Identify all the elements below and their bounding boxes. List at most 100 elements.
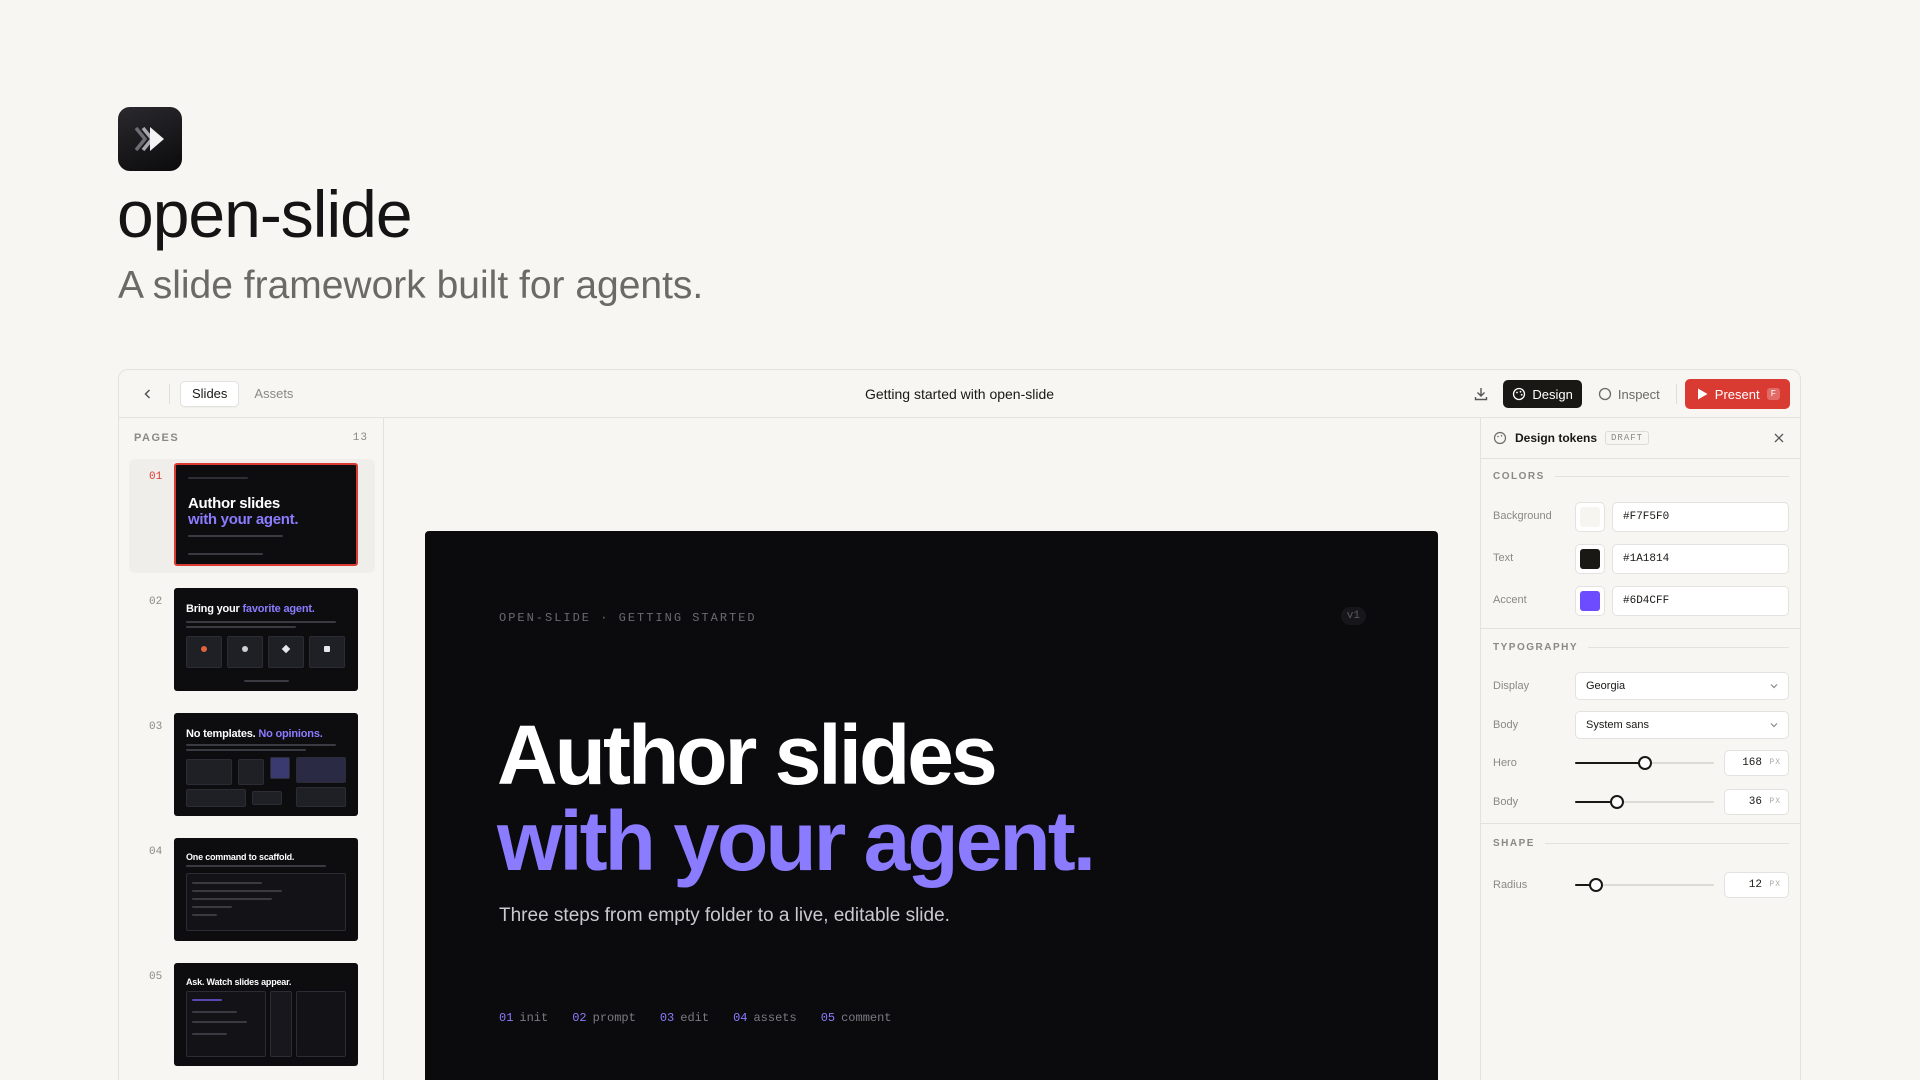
preview-title-text: Author slides [188,495,280,512]
page-thumbnail-03[interactable]: 03 No templates. No opinions. [129,709,375,823]
close-panel-button[interactable] [1770,429,1788,447]
slider-handle[interactable] [1609,795,1624,809]
preview-steps [188,553,263,555]
preview-title-accent: with your agent. [188,511,299,528]
radius-slider[interactable] [1575,877,1714,893]
preview-title: Author slides with your agent. [188,495,299,528]
hero-size-value: 168 [1742,757,1762,769]
toolbar-divider [169,384,170,404]
page-thumbnail-05[interactable]: 05 Ask. Watch slides appear. [129,959,375,1073]
body-font-select[interactable]: System sans [1575,711,1789,739]
preview-title-text: No templates. [186,728,259,740]
preview-card [252,791,282,805]
palette-icon [1513,387,1526,401]
preview-card [186,636,222,668]
preview-title-accent: No opinions. [258,728,323,740]
preview-card [227,636,263,668]
chevron-down-icon [1770,684,1778,689]
preview-panel [270,991,292,1057]
preview-card [296,787,346,807]
inspect-button[interactable]: Inspect [1590,380,1668,408]
slider-handle[interactable] [1588,878,1603,892]
tab-assets[interactable]: Assets [243,381,304,407]
colors-section-title: COLORS [1493,471,1789,482]
page-thumbnail-04[interactable]: 04 One command to scaffold. [129,834,375,948]
design-button[interactable]: Design [1503,380,1582,408]
hero-size-slider[interactable] [1575,755,1714,771]
unit-label: PX [1769,880,1781,889]
body-size-input[interactable]: 36 PX [1724,789,1789,815]
pages-header-label: PAGES [134,432,180,444]
app-logo [118,107,182,171]
slider-handle[interactable] [1637,756,1652,770]
design-tokens-title: Design tokens [1515,431,1598,445]
preview-card [238,759,264,785]
pages-count: 13 [352,432,368,444]
color-label-accent: Accent [1493,594,1527,606]
preview-title: Bring your favorite agent. [186,603,315,615]
colors-section-label: COLORS [1493,471,1545,482]
preview-panel [296,991,346,1057]
hero-size-input[interactable]: 168 PX [1724,750,1789,776]
tab-slides[interactable]: Slides [180,381,240,407]
unit-label: PX [1769,797,1781,806]
shape-section-label: SHAPE [1493,838,1535,849]
text-color-swatch[interactable] [1575,544,1605,574]
preview-text-line [186,621,336,623]
preview-card [296,757,346,783]
page-thumbnail-01[interactable]: 01 Author slides with your agent. [129,459,375,573]
design-button-label: Design [1532,386,1573,402]
body-font-label: Body [1493,719,1519,731]
back-button[interactable] [137,383,159,405]
current-slide[interactable]: OPEN-SLIDE · GETTING STARTED v1 Author s… [425,531,1438,1080]
page-number: 01 [149,471,163,483]
step-number: 02 [572,1011,587,1025]
app-window: Slides Assets Getting started with open-… [118,369,1801,1080]
background-hex-input[interactable]: #F7F5F0 [1612,502,1789,532]
panel-divider [1481,628,1800,629]
slide-preview: No templates. No opinions. [174,713,358,816]
display-font-select[interactable]: Georgia [1575,672,1789,700]
preview-code-line [192,1033,227,1035]
pages-panel: PAGES 13 01 Author slides with your agen… [119,418,384,1080]
accent-color-swatch[interactable] [1575,586,1605,616]
preview-eyebrow [188,477,248,479]
close-icon [1774,433,1784,443]
preview-card [186,789,246,807]
preview-title: One command to scaffold. [186,852,295,862]
slide-eyebrow: OPEN-SLIDE · GETTING STARTED [499,611,757,625]
background-color-swatch[interactable] [1575,502,1605,532]
present-shortcut-badge: F [1766,388,1780,400]
download-icon [1475,388,1488,401]
slide-step: 01 init [499,1011,548,1025]
page-number: 04 [149,846,163,858]
slide-canvas: OPEN-SLIDE · GETTING STARTED v1 Author s… [384,418,1474,1080]
preview-agent-dot [324,646,330,652]
top-toolbar: Slides Assets Getting started with open-… [119,370,1800,418]
brand-tagline: A slide framework built for agents. [118,264,704,307]
download-button[interactable] [1467,380,1495,408]
draft-badge: DRAFT [1605,431,1650,445]
slide-headline-accent: with your agent. [497,794,1096,888]
radius-label: Radius [1493,879,1528,891]
preview-code-line [192,999,222,1001]
preview-code-line [192,906,232,908]
preview-text-line [186,626,296,628]
present-button[interactable]: Present F [1684,379,1790,409]
hero-size-label: Hero [1493,757,1517,769]
page-thumbnail-02[interactable]: 02 Bring your favorite agent. [129,584,375,698]
step-label: prompt [592,1011,636,1025]
text-hex-input[interactable]: #1A1814 [1612,544,1789,574]
accent-hex-input[interactable]: #6D4CFF [1612,586,1789,616]
play-icon [1697,388,1708,400]
body-size-slider[interactable] [1575,794,1714,810]
step-number: 05 [820,1011,836,1025]
radius-input[interactable]: 12 PX [1724,872,1789,898]
preview-text-line [186,865,326,867]
preview-card [270,757,290,779]
slide-headline: Author slides [497,708,998,802]
color-chip [1580,507,1600,527]
step-number: 03 [659,1011,675,1025]
preview-card [186,759,232,785]
slide-step: 04 assets [733,1011,797,1025]
